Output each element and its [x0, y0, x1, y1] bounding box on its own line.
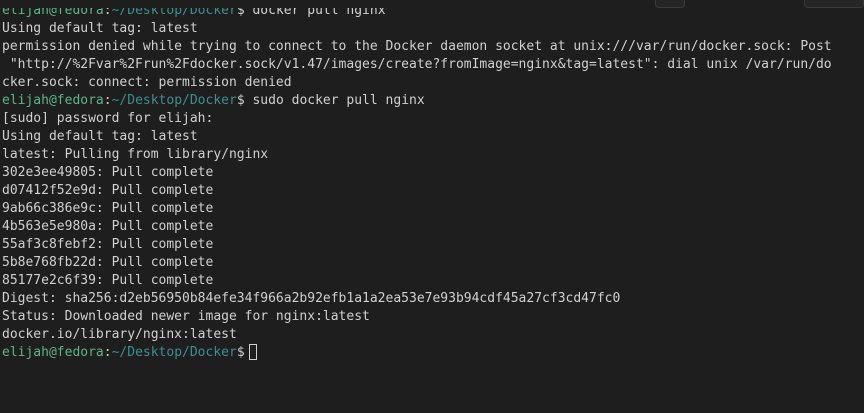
output-line: 85177e2c6f39: Pull complete: [2, 273, 214, 288]
output-line: docker.io/library/nginx:latest: [2, 327, 237, 342]
prompt-line: elijah@fedora:~/Desktop/Docker$: [2, 344, 864, 362]
output-line: "http://%2Fvar%2Frun%2Fdocker.sock/v1.47…: [2, 57, 832, 72]
output-line: 9ab66c386e9c: Pull complete: [2, 201, 214, 216]
prompt-user: elijah: [2, 93, 49, 108]
output-line: 55af3c8febf2: Pull complete: [2, 237, 214, 252]
scrollbar[interactable]: [860, 0, 864, 413]
prompt-colon: :: [103, 93, 112, 108]
prompt-at: @: [48, 345, 57, 360]
output-line: Using default tag: latest: [2, 129, 198, 144]
header-button[interactable]: [655, 0, 685, 8]
prompt-path: ~/Desktop/Docker: [111, 345, 237, 360]
prompt-colon: :: [103, 345, 112, 360]
header-button[interactable]: [804, 0, 864, 8]
prompt-line: elijah@fedora:~/Desktop/Docker$ sudo doc…: [2, 92, 864, 110]
prompt-path: ~/Desktop/Docker: [111, 93, 237, 108]
terminal-top-strip: [0, 0, 864, 8]
output-line: latest: Pulling from library/nginx: [2, 147, 269, 162]
output-line: 302e3ee49805: Pull complete: [2, 165, 214, 180]
output-line: d07412f52e9d: Pull complete: [2, 183, 214, 198]
output-line: Using default tag: latest: [2, 21, 198, 36]
output-line: Digest: sha256:d2eb56950b84efe34f966a2b9…: [2, 291, 621, 306]
output-line: permission denied while trying to connec…: [2, 39, 832, 54]
output-line: 5b8e768fb22d: Pull complete: [2, 255, 214, 270]
prompt-user: elijah: [2, 345, 49, 360]
terminal-window[interactable]: elijah@fedora:~/Desktop/Docker$ docker p…: [0, 0, 864, 413]
prompt-host: fedora: [56, 93, 104, 108]
output-line: [sudo] password for elijah:: [2, 111, 214, 126]
prompt-at: @: [48, 93, 57, 108]
prompt-dollar: $: [236, 93, 245, 108]
output-line: 4b563e5e980a: Pull complete: [2, 219, 214, 234]
output-line: Status: Downloaded newer image for nginx…: [2, 309, 370, 324]
command-text: sudo docker pull nginx: [244, 93, 425, 108]
text-cursor[interactable]: [248, 344, 257, 360]
prompt-dollar: $: [236, 345, 245, 360]
prompt-host: fedora: [56, 345, 104, 360]
output-line: cker.sock: connect: permission denied: [2, 75, 292, 90]
